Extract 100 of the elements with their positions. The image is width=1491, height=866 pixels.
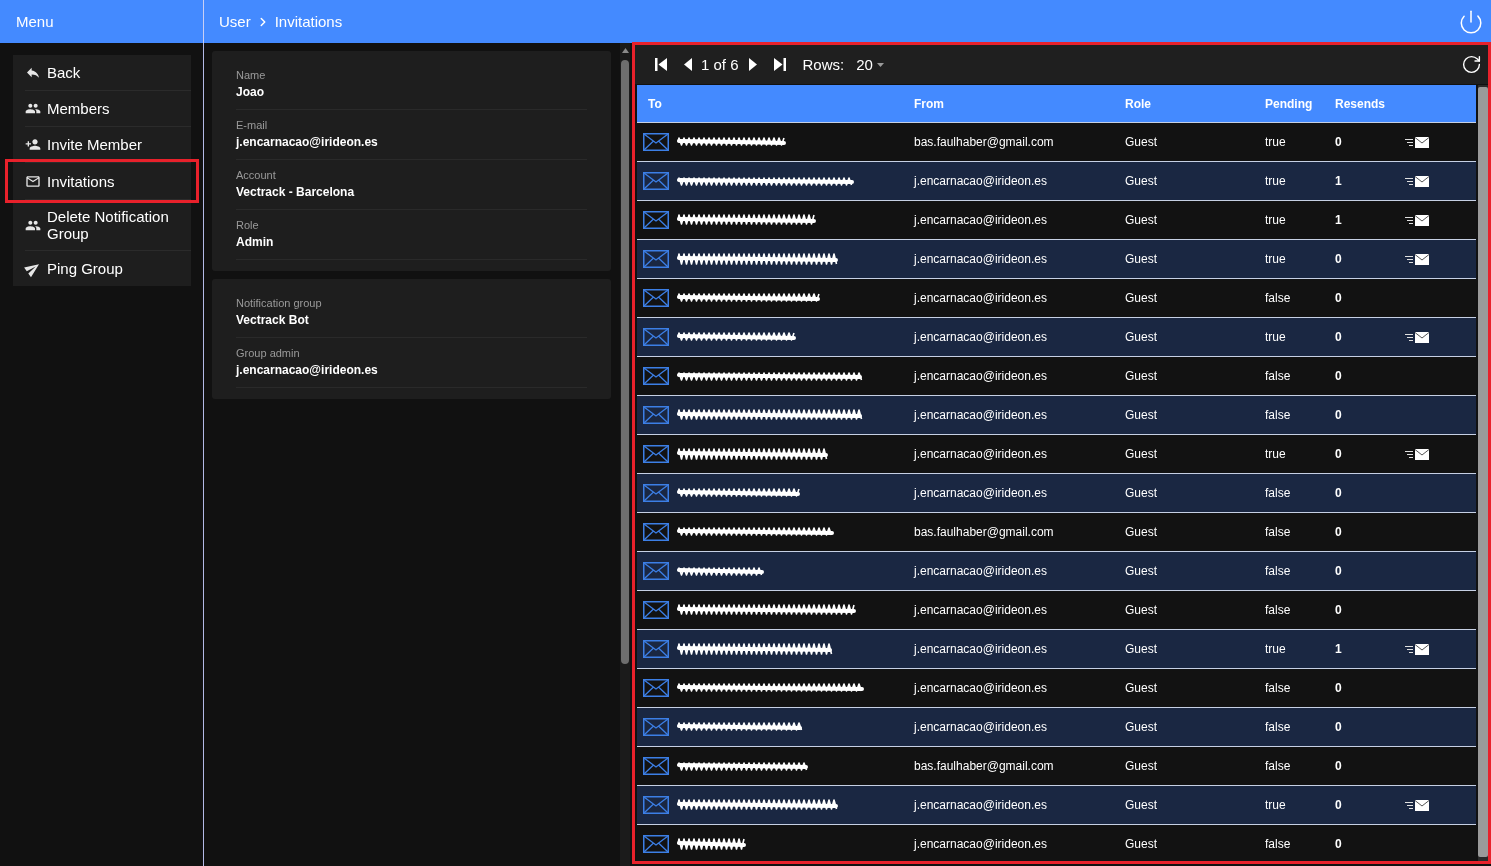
envelope-icon [643,133,669,151]
table-cell-text: Guest [1124,524,1158,541]
table-cell-text: j.encarnacao@irideon.es [912,173,1048,190]
table-cell-text: 0 [1334,290,1343,307]
envelope-icon [643,601,669,619]
sidebar-item[interactable]: Ping Group [13,251,191,286]
page-title: Invitations [274,13,343,30]
table-row[interactable]: j.encarnacao@irideon.es Guest true 1 [637,630,1476,669]
table-cell-text: true [1264,212,1287,229]
scrollbar-thumb[interactable] [621,60,629,664]
person-plus-icon [25,136,41,153]
envelope-lines-icon[interactable] [1405,799,1429,811]
table-cell-text: false [1264,485,1292,502]
last-page-icon[interactable] [773,58,786,71]
arrow-up-icon[interactable] [621,48,629,53]
table-cell-text: bas.faulhaber@gmail.com [913,758,1055,775]
table-cell-text: false [1264,602,1292,619]
table-cell-text: Guest [1124,173,1158,190]
sidebar-item[interactable]: Members [13,91,191,126]
table-cell-text: 0 [1334,719,1343,736]
table-row[interactable]: j.encarnacao@irideon.es Guest true 0 [637,240,1476,279]
envelope-icon [643,250,669,268]
field-label: E-mail [236,118,268,132]
next-page-icon[interactable] [748,58,757,71]
table-cell-text: false [1264,563,1292,580]
table-cell-text: j.encarnacao@irideon.es [912,836,1048,853]
previous-page-icon[interactable] [684,58,692,71]
table-cell-text: 1 [1334,173,1343,190]
table-cell-text: false [1264,836,1292,853]
field-value: j.encarnacao@irideon.es [236,135,378,150]
table-cell-text: false [1264,407,1292,424]
first-page-icon[interactable] [655,58,667,71]
envelope-lines-icon[interactable] [1405,136,1429,148]
envelope-icon [643,406,669,424]
field-label: Name [236,68,266,82]
column-header: Pending [1264,96,1314,111]
table-row[interactable]: j.encarnacao@irideon.es Guest true 1 [637,162,1476,201]
table-cell-text: Guest [1124,758,1158,775]
field-value: Vectrack Bot [236,313,309,328]
page-indicator: 1 of 6 [701,56,739,73]
table-row[interactable]: j.encarnacao@irideon.es Guest false 0 [637,474,1476,513]
table-cell-text: 0 [1334,407,1343,424]
table-cell-text: j.encarnacao@irideon.es [912,602,1048,619]
envelope-icon [643,757,669,775]
envelope-icon [643,367,669,385]
table-cell-text: true [1264,797,1287,814]
envelope-lines-icon[interactable] [1405,175,1429,187]
table-cell-text: Guest [1124,134,1158,151]
envelope-icon [643,289,669,307]
sidebar-item[interactable]: Back [13,55,191,90]
table-cell-text: true [1264,329,1287,346]
table-cell-text: false [1264,524,1292,541]
caret-icon [876,62,884,67]
envelope-icon [643,718,669,736]
table-cell-text: Guest [1124,563,1158,580]
table-cell-text: Guest [1124,641,1158,658]
table-row[interactable]: j.encarnacao@irideon.es Guest false 0 [637,552,1476,591]
field-value: Admin [236,235,274,250]
sidebar-item[interactable]: Invite Member [13,127,191,162]
envelope-icon [643,211,669,229]
field-value: j.encarnacao@irideon.es [236,363,378,378]
envelope-lines-icon[interactable] [1405,214,1429,226]
envelope-icon [643,328,669,346]
table-cell-text: 0 [1334,251,1343,268]
table-row[interactable]: j.encarnacao@irideon.es Guest false 0 [637,708,1476,747]
table-cell-text: 0 [1334,602,1343,619]
envelope-lines-icon[interactable] [1405,331,1429,343]
table-row[interactable]: j.encarnacao@irideon.es Guest true 0 [637,318,1476,357]
table-cell-text: Guest [1124,602,1158,619]
table-cell-text: true [1264,446,1287,463]
table-cell-text: Guest [1124,407,1158,424]
envelope-lines-icon[interactable] [1405,253,1429,265]
envelope-icon [643,835,669,853]
table-row[interactable]: j.encarnacao@irideon.es Guest false 0 [637,396,1476,435]
power-icon[interactable] [1458,8,1484,35]
menu-title: Menu [16,13,54,30]
table-row[interactable]: j.encarnacao@irideon.es Guest true 0 [637,786,1476,825]
column-header: To [647,96,663,111]
table-cell-text: 0 [1334,836,1343,853]
table-cell-text: j.encarnacao@irideon.es [912,719,1048,736]
rows-select[interactable]: 20 [856,56,884,73]
sidebar-item[interactable]: Invitations [5,159,199,203]
table-cell-text: j.encarnacao@irideon.es [912,407,1048,424]
table-cell-text: false [1264,758,1292,775]
table-cell-text: Guest [1124,719,1158,736]
table-cell-text: Guest [1124,680,1158,697]
sidebar-item[interactable]: Delete Notification Group [13,200,191,250]
table-cell-text: j.encarnacao@irideon.es [912,251,1048,268]
table-cell-text: 0 [1334,758,1343,775]
table-cell-text: bas.faulhaber@gmail.com [913,524,1055,541]
table-cell-text: 0 [1334,446,1343,463]
envelope-lines-icon[interactable] [1405,643,1429,655]
envelope-lines-icon[interactable] [1405,448,1429,460]
field-label: Group admin [236,346,300,360]
table-cell-text: j.encarnacao@irideon.es [912,641,1048,658]
refresh-icon[interactable] [1461,54,1482,75]
table-cell-text: j.encarnacao@irideon.es [912,212,1048,229]
table-cell-text: Guest [1124,251,1158,268]
table-cell-text: Guest [1124,485,1158,502]
envelope-icon [643,445,669,463]
